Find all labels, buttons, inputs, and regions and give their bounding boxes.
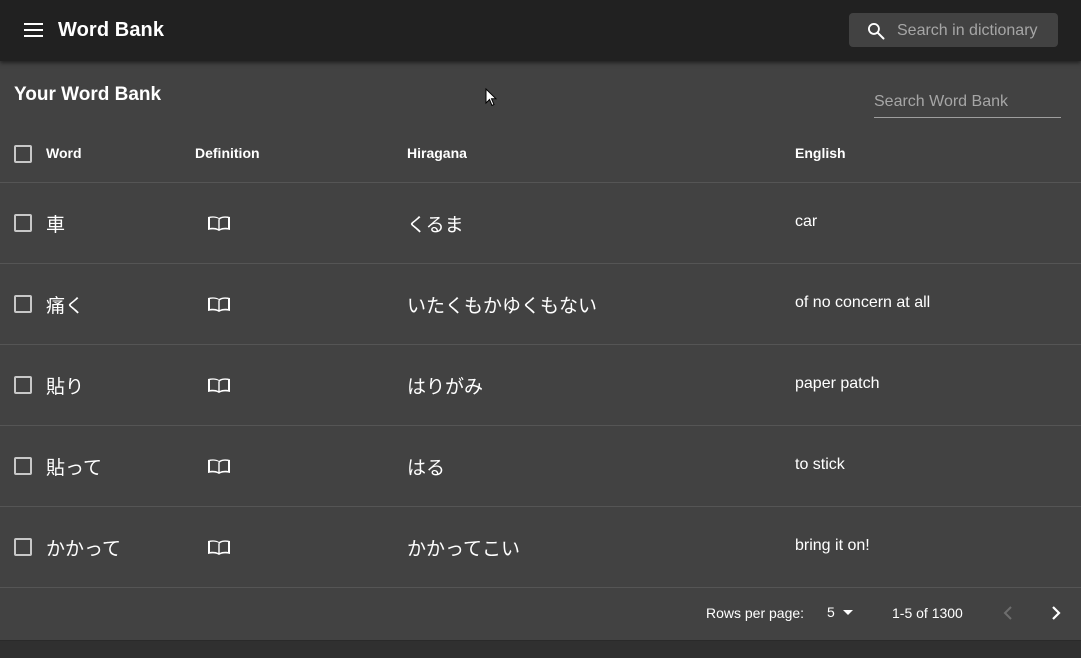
pagination-range: 1-5 of 1300 [892,605,963,621]
row-checkbox[interactable] [14,457,32,475]
table-row[interactable]: 車 くるま car [0,183,1081,264]
rows-per-page-value[interactable]: 5 [827,604,835,620]
rows-per-page-label: Rows per page: [706,605,805,621]
column-header-hiragana[interactable]: Hiragana [407,145,467,161]
english-cell: bring it on! [795,537,870,554]
book-open-icon[interactable] [207,458,231,475]
row-checkbox[interactable] [14,538,32,556]
app-bar: Word Bank Search in dictionary [0,0,1081,61]
hiragana-cell: はりがみ [407,377,484,398]
panel-divider [0,640,1081,641]
hiragana-cell: くるま [407,215,464,236]
word-cell: かかって [46,539,122,560]
search-icon [868,23,885,40]
word-cell: 貼り [46,377,85,398]
book-open-icon[interactable] [207,377,231,394]
dictionary-search[interactable]: Search in dictionary [849,13,1058,47]
english-cell: to stick [795,456,845,473]
table-row[interactable]: かかって かかってこい bring it on! [0,507,1081,588]
rows-per-page-select[interactable]: 5 [827,603,859,623]
word-bank-panel: Your Word Bank Search Word Bank Word Def… [0,61,1081,641]
panel-title: Your Word Bank [14,84,162,105]
table-pagination: Rows per page: 5 1-5 of 1300 [0,587,1081,640]
english-cell: of no concern at all [795,294,931,311]
dictionary-search-input[interactable]: Search in dictionary [897,22,1038,40]
table-header: Word Definition Hiragana English [0,122,1081,183]
english-cell: car [795,213,818,230]
word-bank-search-input[interactable]: Search Word Bank [874,93,1008,111]
caret-down-icon [843,610,853,615]
row-checkbox[interactable] [14,295,32,313]
book-open-icon[interactable] [207,539,231,556]
chevron-left-icon[interactable] [996,601,1020,625]
menu-icon[interactable] [24,22,43,38]
word-cell: 痛く [46,296,85,317]
hiragana-cell: いたくもかゆくもない [407,296,598,317]
column-header-definition[interactable]: Definition [195,145,260,161]
column-header-word[interactable]: Word [46,145,82,161]
book-open-icon[interactable] [207,215,231,232]
table-row[interactable]: 貼って はる to stick [0,426,1081,507]
row-checkbox[interactable] [14,376,32,394]
hiragana-cell: かかってこい [407,539,521,560]
app-title: Word Bank [58,19,165,41]
book-open-icon[interactable] [207,296,231,313]
table-row[interactable]: 貼り はりがみ paper patch [0,345,1081,426]
column-header-english[interactable]: English [795,145,846,161]
hiragana-cell: はる [407,458,446,479]
row-checkbox[interactable] [14,214,32,232]
mouse-cursor-icon [485,88,497,107]
word-bank-search[interactable]: Search Word Bank [874,90,1061,118]
table-row[interactable]: 痛く いたくもかゆくもない of no concern at all [0,264,1081,345]
english-cell: paper patch [795,375,880,392]
chevron-right-icon[interactable] [1044,601,1068,625]
word-cell: 車 [46,215,66,236]
word-cell: 貼って [46,458,103,479]
select-all-checkbox[interactable] [14,145,32,163]
